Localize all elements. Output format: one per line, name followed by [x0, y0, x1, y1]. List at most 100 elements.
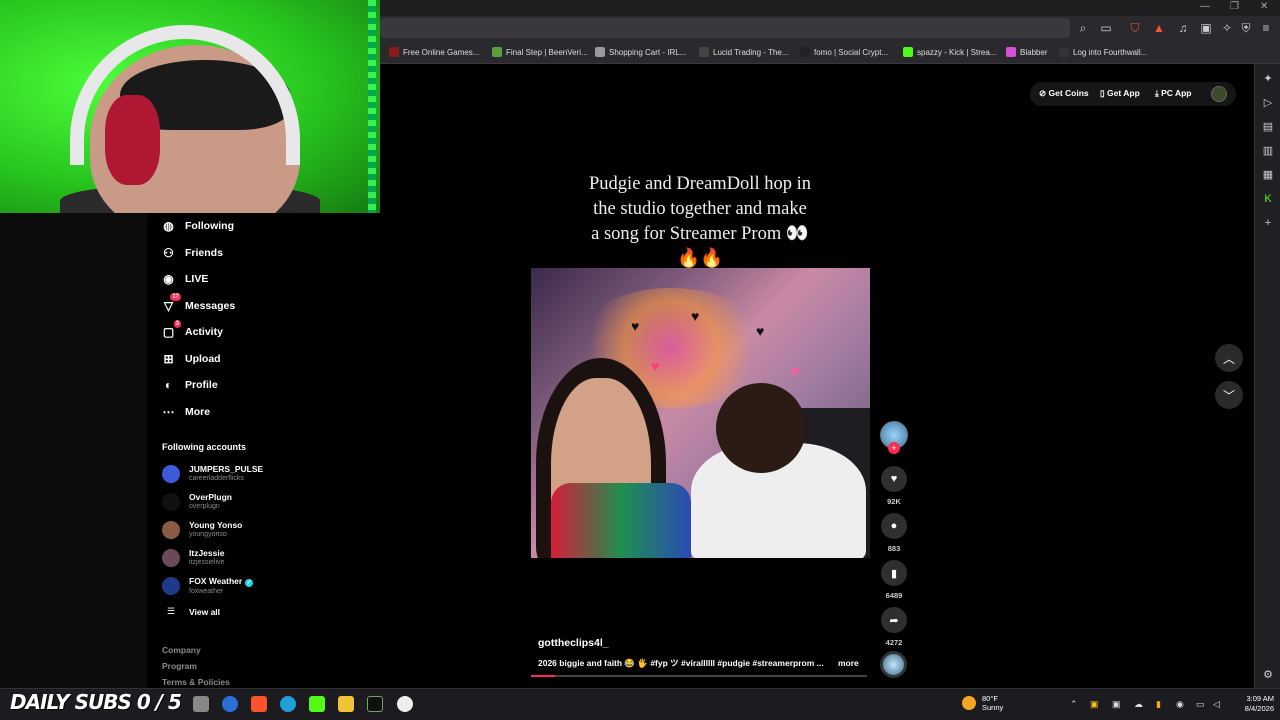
folder-app-icon[interactable] — [338, 696, 354, 712]
menu-icon[interactable]: ≡ — [1259, 21, 1273, 35]
following-avatar-icon: ◍ — [163, 219, 174, 233]
view-all-link[interactable]: ☰ View all — [162, 606, 220, 617]
favicon-icon — [492, 47, 502, 57]
bookmark-item[interactable]: Free Online Games... — [389, 45, 479, 59]
tray-chevron-icon[interactable]: ⌃ — [1070, 699, 1078, 710]
extensions-icon[interactable]: ✧ — [1220, 21, 1234, 35]
nav-item-label: More — [185, 405, 211, 418]
like-button[interactable]: ♥ — [881, 466, 907, 492]
nav-item-friends[interactable]: ⚇ Friends — [160, 243, 223, 263]
next-video-button[interactable]: ﹀ — [1215, 381, 1243, 409]
nav-item-label: Profile — [185, 379, 218, 391]
music-icon[interactable]: ♫ — [1176, 21, 1190, 35]
display-icon[interactable]: ▭ — [1196, 699, 1205, 710]
nav-item-live[interactable]: ◉ LIVE — [160, 269, 208, 289]
following-account-item[interactable]: FOX Weather ✓ foxweather — [162, 576, 254, 596]
network-icon[interactable]: ◉ — [1176, 699, 1184, 710]
nav-item-label: Messages — [185, 299, 236, 312]
following-account-item[interactable]: Young Yonso youngyonso — [162, 520, 242, 539]
bookmark-item[interactable]: Log into Fourthwall... — [1059, 45, 1147, 59]
wallet-icon[interactable]: ▣ — [1199, 21, 1213, 35]
pc-app-button[interactable]: ⤓ PC App — [1155, 88, 1192, 99]
share-button[interactable]: ➦ — [881, 607, 907, 633]
following-accounts-heading: Following accounts — [162, 442, 247, 452]
kick-icon[interactable]: K — [1261, 192, 1275, 206]
mic-icon[interactable]: ▮ — [1156, 699, 1161, 710]
bookmark-item[interactable]: Lucid Trading - The... — [699, 45, 788, 59]
previous-video-button[interactable]: ︿ — [1215, 344, 1243, 372]
nav-item-more[interactable]: ⋯ More — [160, 402, 211, 422]
bookmarks-sidebar-icon[interactable]: ▥ — [1261, 144, 1275, 158]
add-panel-icon[interactable]: + — [1261, 216, 1275, 230]
nav-item-profile[interactable]: ◐ Profile — [160, 375, 218, 395]
verified-icon: ✓ — [245, 579, 254, 587]
comment-count: 883 — [887, 544, 901, 553]
vpn-icon[interactable]: ⛨ — [1239, 21, 1253, 35]
terminal-app-icon[interactable] — [367, 696, 383, 712]
favicon-icon — [903, 47, 913, 57]
leo-ai-icon[interactable]: ✦ — [1261, 72, 1275, 86]
video-caption: Pudgie and DreamDoll hop in the studio t… — [589, 174, 811, 269]
file-explorer-app-icon[interactable] — [193, 696, 209, 712]
reading-list-icon[interactable]: ▦ — [1261, 168, 1275, 182]
tray-app-icon[interactable]: ▣ — [1112, 699, 1121, 710]
save-button[interactable]: ▮ — [881, 560, 907, 586]
save-count: 6489 — [885, 591, 903, 600]
tray-app-icon[interactable]: ▣ — [1090, 699, 1099, 710]
profile-icon: ◐ — [164, 378, 173, 392]
brave-app-icon[interactable] — [251, 696, 267, 712]
footer-link[interactable]: Terms & Policies — [162, 677, 230, 687]
sound-disc[interactable] — [880, 651, 907, 678]
weather-widget[interactable]: 80°F Sunny — [962, 694, 1003, 712]
get-app-button[interactable]: ▯ Get App — [1100, 88, 1140, 99]
video-author[interactable]: gottheclips4l_ — [538, 637, 609, 649]
bookmark-item[interactable]: Shopping Cart - IRL... — [595, 45, 686, 59]
nav-item-messages[interactable]: ▽ 17 Messages — [160, 293, 236, 316]
nav-item-activity[interactable]: ▢ 3 Activity — [160, 319, 223, 342]
app-icon[interactable] — [222, 696, 238, 712]
search-icon[interactable]: ⌕ — [1076, 21, 1090, 35]
brave-rewards-icon[interactable]: ▲ — [1152, 21, 1166, 35]
user-avatar[interactable] — [1211, 86, 1227, 102]
comment-button[interactable]: ● — [881, 513, 907, 539]
following-account-item[interactable]: JUMPERS_PULSE careerladderflicks — [162, 464, 263, 483]
more-button[interactable]: more — [838, 658, 859, 668]
restore-icon[interactable]: ❐ — [1230, 1, 1239, 12]
follow-plus-icon[interactable]: + — [888, 442, 900, 454]
avatar — [162, 464, 180, 483]
left-margin — [0, 213, 147, 688]
nav-item-label: Following — [185, 220, 234, 232]
avatar — [162, 520, 180, 539]
bookmark-item[interactable]: Final Step | BeenVeri... — [492, 45, 588, 59]
windows-taskbar — [0, 688, 1280, 720]
bookmark-item[interactable]: spazzy - Kick | Strea... — [903, 45, 996, 59]
get-coins-button[interactable]: ⊘ Get Coins — [1039, 88, 1089, 99]
brave-shield-icon[interactable]: ⛉ — [1128, 21, 1142, 35]
wallet-sidebar-icon[interactable]: ▤ — [1261, 120, 1275, 134]
minimize-icon[interactable]: — — [1200, 1, 1210, 12]
video-progress[interactable] — [531, 675, 867, 677]
heart-icon: ♥ — [890, 473, 898, 485]
tray-app-icon[interactable]: ☁ — [1134, 699, 1143, 710]
video-player[interactable]: ♥ ♥ ♥ ♥ ♥ — [531, 268, 870, 558]
sidebar-settings-icon[interactable]: ⚙ — [1261, 668, 1275, 682]
obs-app-icon[interactable] — [397, 696, 413, 712]
following-account-item[interactable]: OverPlugn overplugn — [162, 492, 232, 511]
following-account-item[interactable]: ItzJessie itzjessielive — [162, 548, 224, 567]
url-field[interactable] — [380, 18, 1070, 38]
nav-item-upload[interactable]: ⊞ Upload — [160, 349, 220, 369]
avatar — [162, 492, 180, 511]
close-icon[interactable]: ✕ — [1260, 1, 1268, 12]
bookmark-item[interactable]: Blabber — [1006, 45, 1048, 59]
kick-app-icon[interactable] — [309, 696, 325, 712]
volume-icon[interactable]: ◁ — [1213, 699, 1220, 710]
bookmark-item[interactable]: fomo | Social Crypt... — [800, 45, 888, 59]
edge-app-icon[interactable] — [280, 696, 296, 712]
nav-item-following[interactable]: ◍ Following — [160, 216, 234, 236]
like-count: 92K — [887, 497, 901, 506]
footer-link[interactable]: Program — [162, 661, 197, 671]
footer-link[interactable]: Company — [162, 645, 201, 655]
player-icon[interactable]: ▷ — [1261, 96, 1275, 110]
system-clock[interactable]: 3:09 AM 8/4/2026 — [1228, 694, 1274, 714]
cast-icon[interactable]: ▭ — [1099, 21, 1113, 35]
